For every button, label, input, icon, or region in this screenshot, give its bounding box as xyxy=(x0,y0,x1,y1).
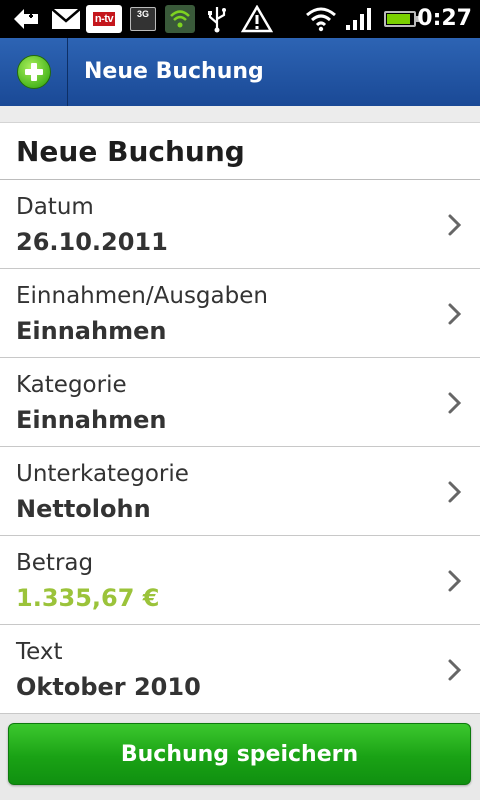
ntv-label: n-tv xyxy=(92,12,116,26)
signal-icon xyxy=(344,5,374,33)
field-label: Betrag xyxy=(16,550,94,576)
form-heading-text: Neue Buchung xyxy=(16,135,245,168)
field-row-datum[interactable]: Datum 26.10.2011 xyxy=(0,180,480,269)
save-booking-button[interactable]: Buchung speichern xyxy=(8,723,471,785)
battery-level-fill xyxy=(387,14,411,24)
battery-icon xyxy=(382,5,419,33)
chevron-right-icon xyxy=(448,481,462,503)
form-heading: Neue Buchung xyxy=(0,123,480,180)
field-label: Kategorie xyxy=(16,372,127,398)
amount-value: 1.335,67 € xyxy=(16,584,160,612)
field-row-kategorie[interactable]: Kategorie Einnahmen xyxy=(0,358,480,447)
app-icon-area[interactable] xyxy=(0,38,68,106)
wifi-icon xyxy=(304,5,338,33)
warning-icon xyxy=(240,5,274,33)
ntv-app-icon: n-tv xyxy=(86,5,122,33)
clock: 0:27 xyxy=(417,6,472,31)
network-label: 3G xyxy=(130,7,156,31)
field-value: 26.10.2011 xyxy=(16,228,168,256)
mail-icon xyxy=(50,5,82,33)
field-row-unterkategorie[interactable]: Unterkategorie Nettolohn xyxy=(0,447,480,536)
shield-icon xyxy=(164,5,196,33)
field-value: Einnahmen xyxy=(16,317,167,345)
chevron-right-icon xyxy=(448,214,462,236)
field-value: Oktober 2010 xyxy=(16,673,201,701)
field-value: Einnahmen xyxy=(16,406,167,434)
field-row-text[interactable]: Text Oktober 2010 xyxy=(0,625,480,714)
chevron-right-icon xyxy=(448,659,462,681)
title-bar: Neue Buchung xyxy=(0,38,480,107)
field-label: Text xyxy=(16,639,63,665)
chevron-right-icon xyxy=(448,392,462,414)
field-label: Einnahmen/Ausgaben xyxy=(16,283,268,309)
field-row-einnahmen-ausgaben[interactable]: Einnahmen/Ausgaben Einnahmen xyxy=(0,269,480,358)
3g-icon: 3G xyxy=(130,5,156,33)
back-arrow-icon xyxy=(10,5,42,33)
field-row-betrag[interactable]: Betrag 1.335,67 € xyxy=(0,536,480,625)
bottom-bar: Buchung speichern xyxy=(0,714,480,800)
usb-icon xyxy=(204,5,230,33)
top-spacer xyxy=(0,106,480,123)
status-bar: n-tv 3G 0:27 xyxy=(0,0,480,38)
chevron-right-icon xyxy=(448,570,462,592)
page-title: Neue Buchung xyxy=(84,59,264,84)
chevron-right-icon xyxy=(448,303,462,325)
field-value: Nettolohn xyxy=(16,495,151,523)
field-label: Datum xyxy=(16,194,94,220)
add-circle-icon xyxy=(16,55,51,89)
field-label: Unterkategorie xyxy=(16,461,189,487)
